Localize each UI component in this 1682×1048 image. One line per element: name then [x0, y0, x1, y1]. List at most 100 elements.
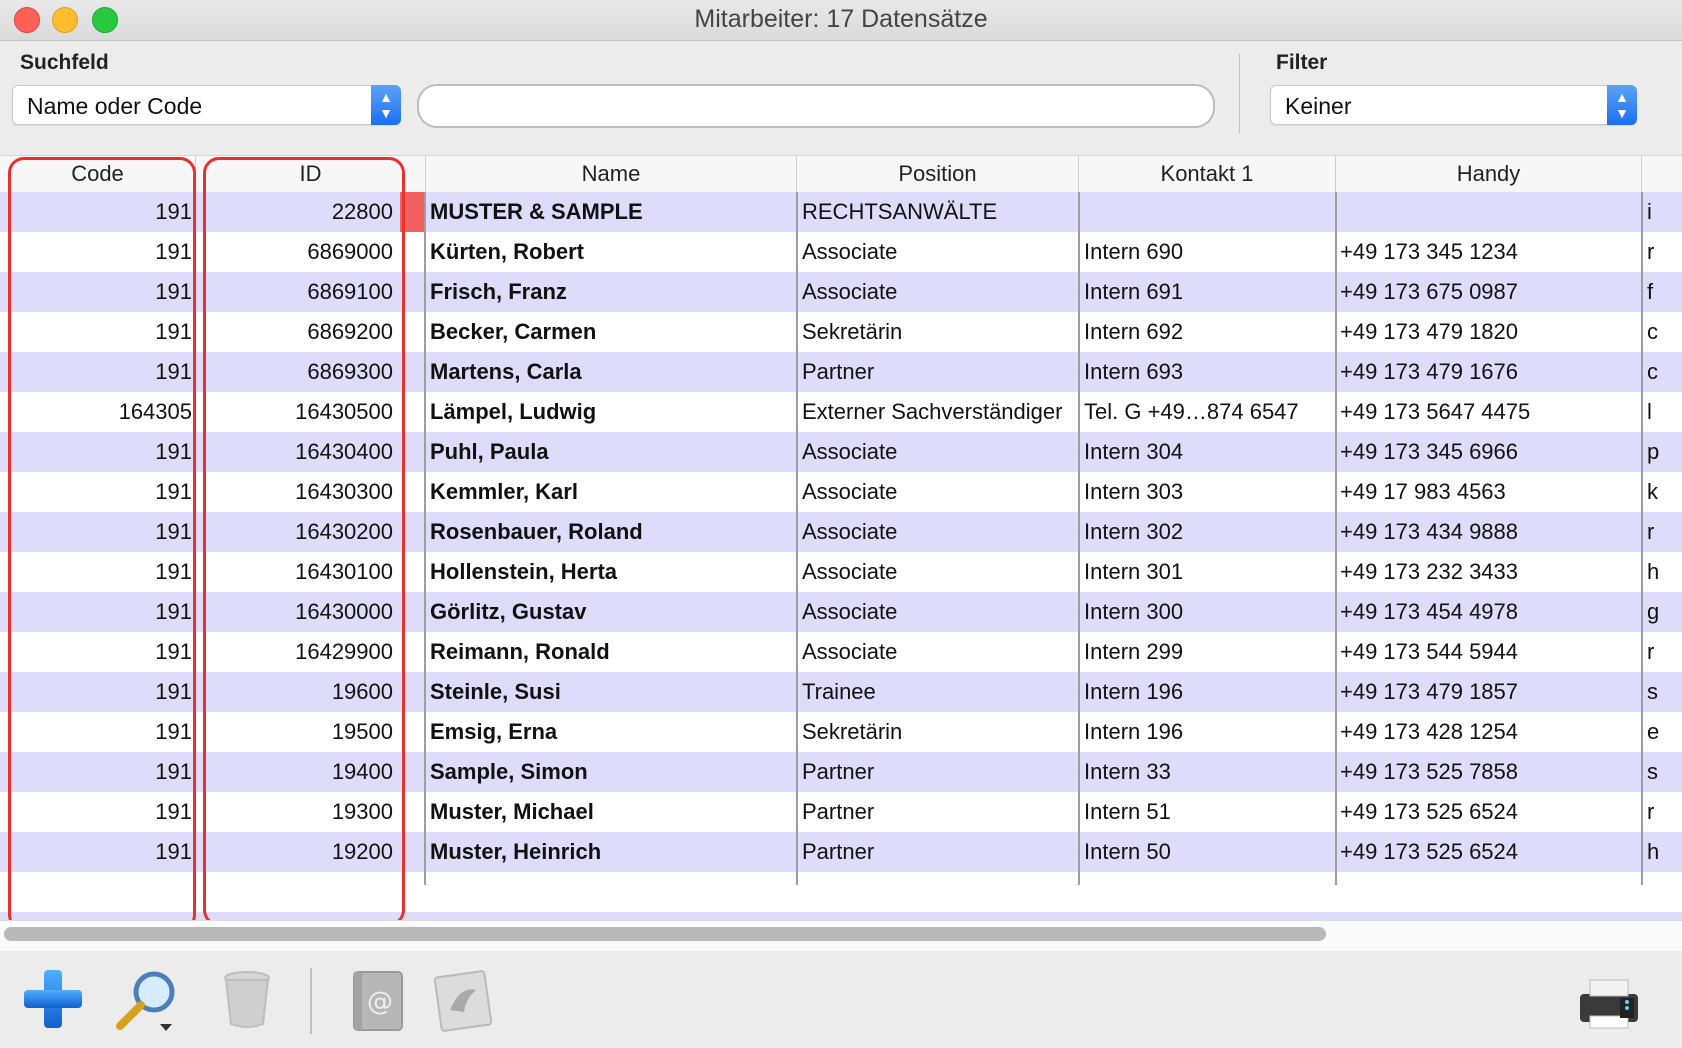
cell-name: Muster, Michael — [430, 799, 594, 824]
cell-position: Partner — [802, 759, 875, 784]
cell-position: Associate — [802, 439, 898, 464]
horizontal-scrollbar-thumb[interactable] — [4, 927, 1326, 941]
print-button[interactable] — [1576, 972, 1642, 1032]
filter-select[interactable]: Keiner ▲ ▼ — [1270, 85, 1637, 125]
title-bar: Mitarbeiter: 17 Datensätze — [0, 0, 1682, 41]
cell-overflow: r — [1647, 519, 1655, 544]
column-header-overflow — [1642, 156, 1682, 192]
cell-position: Sekretärin — [802, 719, 903, 744]
column-divider — [1078, 192, 1080, 885]
cell-position: Associate — [802, 559, 898, 584]
cell-kontakt1: Intern 692 — [1084, 319, 1184, 344]
cell-overflow: f — [1647, 279, 1654, 304]
window-title: Mitarbeiter: 17 Datensätze — [694, 5, 988, 33]
cell-position: Trainee — [802, 679, 876, 704]
cell-kontakt1: Intern 304 — [1084, 439, 1184, 464]
cell-name: Reimann, Ronald — [430, 639, 610, 664]
column-divider — [1641, 192, 1643, 885]
delete-button[interactable] — [222, 970, 272, 1030]
cell-name: Rosenbauer, Roland — [430, 519, 643, 544]
mail-icon — [433, 970, 493, 1032]
cell-kontakt1: Tel. G +49…874 6547 — [1084, 399, 1299, 424]
cell-handy: +49 173 525 7858 — [1340, 759, 1519, 784]
cell-position: Associate — [802, 279, 898, 304]
cell-handy: +49 173 479 1676 — [1340, 359, 1519, 384]
cell-handy: +49 173 345 1234 — [1340, 239, 1519, 264]
add-button[interactable] — [20, 966, 86, 1032]
cell-name: Martens, Carla — [430, 359, 582, 384]
svg-text:@: @ — [367, 987, 393, 1017]
select-stepper-icon: ▲ ▼ — [371, 85, 401, 125]
column-header-kontakt1[interactable]: Kontakt 1 — [1079, 156, 1336, 192]
cell-kontakt1: Intern 693 — [1084, 359, 1184, 384]
cell-overflow: e — [1647, 719, 1660, 744]
cell-position: Associate — [802, 519, 898, 544]
cell-handy: +49 173 544 5944 — [1340, 639, 1519, 664]
cell-name: Steinle, Susi — [430, 679, 561, 704]
cell-kontakt1: Intern 303 — [1084, 479, 1184, 504]
cell-name: Görlitz, Gustav — [430, 599, 587, 624]
cell-overflow: r — [1647, 239, 1655, 264]
filter-label: Filter — [1276, 51, 1328, 74]
column-header-handy[interactable]: Handy — [1336, 156, 1642, 192]
cell-name: MUSTER & SAMPLE — [430, 199, 643, 224]
column-divider — [424, 192, 426, 885]
cell-name: Frisch, Franz — [430, 279, 567, 304]
cell-kontakt1: Intern 196 — [1084, 719, 1184, 744]
cell-overflow: k — [1647, 479, 1658, 504]
cell-handy: +49 173 428 1254 — [1340, 719, 1519, 744]
cell-name: Hollenstein, Herta — [430, 559, 618, 584]
mail-button[interactable] — [430, 968, 494, 1034]
cell-overflow: r — [1647, 799, 1655, 824]
cell-handy: +49 17 983 4563 — [1340, 479, 1506, 504]
cell-name: Kemmler, Karl — [430, 479, 578, 504]
cell-kontakt1: Intern 299 — [1084, 639, 1184, 664]
cell-name: Emsig, Erna — [430, 719, 558, 744]
cell-kontakt1: Intern 196 — [1084, 679, 1184, 704]
cell-kontakt1: Intern 33 — [1084, 759, 1171, 784]
cell-position: Associate — [802, 239, 898, 264]
search-input[interactable] — [417, 84, 1215, 128]
filter-select-value: Keiner — [1285, 93, 1352, 119]
search-button[interactable] — [112, 968, 182, 1032]
divider — [1239, 54, 1240, 134]
cell-overflow: p — [1647, 439, 1660, 464]
cell-handy: +49 173 434 9888 — [1340, 519, 1519, 544]
cell-handy: +49 173 345 6966 — [1340, 439, 1519, 464]
cell-kontakt1: Intern 301 — [1084, 559, 1184, 584]
cell-kontakt1: Intern 50 — [1084, 839, 1171, 864]
cell-handy: +49 173 5647 4475 — [1340, 399, 1531, 424]
cell-overflow: h — [1647, 559, 1660, 584]
highlight-box-id — [203, 157, 405, 926]
add-icon — [24, 970, 82, 1028]
cell-overflow: g — [1647, 599, 1660, 624]
search-field-select[interactable]: Name oder Code ▲ ▼ — [12, 85, 401, 125]
cell-name: Becker, Carmen — [430, 319, 597, 344]
cell-overflow: s — [1647, 759, 1658, 784]
cell-handy: +49 173 675 0987 — [1340, 279, 1519, 304]
cell-name: Muster, Heinrich — [430, 839, 602, 864]
address-book-button[interactable]: @ — [348, 968, 408, 1034]
cell-position: Associate — [802, 599, 898, 624]
cell-position: Sekretärin — [802, 319, 903, 344]
cell-name: Kürten, Robert — [430, 239, 584, 264]
cell-handy: +49 173 525 6524 — [1340, 839, 1519, 864]
cell-position: Externer Sachverständiger — [802, 399, 1063, 424]
cell-handy: +49 173 232 3433 — [1340, 559, 1519, 584]
cell-kontakt1: Intern 302 — [1084, 519, 1184, 544]
address-book-icon: @ — [353, 971, 403, 1031]
cell-position: Associate — [802, 639, 898, 664]
cell-overflow: c — [1647, 359, 1658, 384]
cell-position: Partner — [802, 839, 875, 864]
column-header-name[interactable]: Name — [426, 156, 797, 192]
cell-handy: +49 173 479 1857 — [1340, 679, 1519, 704]
column-header-position[interactable]: Position — [797, 156, 1079, 192]
search-icon — [116, 971, 175, 1031]
cell-overflow: r — [1647, 639, 1655, 664]
cell-name: Sample, Simon — [430, 759, 588, 784]
select-stepper-icon: ▲ ▼ — [1607, 85, 1637, 125]
cell-overflow: l — [1647, 399, 1652, 424]
cell-kontakt1: Intern 691 — [1084, 279, 1184, 304]
toolbar-divider — [310, 968, 312, 1034]
column-divider — [796, 192, 798, 885]
